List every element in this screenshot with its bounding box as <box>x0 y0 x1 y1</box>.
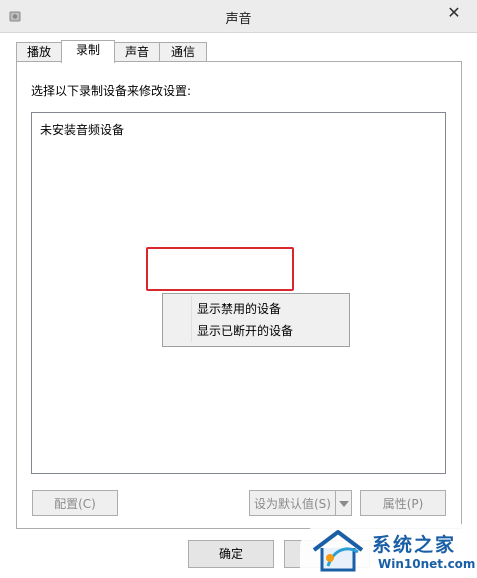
ok-button[interactable]: 确定 <box>188 540 274 568</box>
tab-recording[interactable]: 录制 <box>61 40 115 63</box>
house-logo-icon <box>312 530 364 572</box>
menu-item-show-disabled[interactable]: 显示禁用的设备 <box>197 300 281 317</box>
menu-item-show-disconnected[interactable]: 显示已断开的设备 <box>197 322 293 339</box>
menu-gutter <box>191 296 192 342</box>
title-bar: 声音 ✕ <box>0 0 477 33</box>
tab-playback[interactable]: 播放 <box>16 42 62 62</box>
context-menu: 显示禁用的设备 显示已断开的设备 <box>162 293 350 347</box>
watermark-url: Win10net.com <box>378 557 476 571</box>
device-list[interactable]: 未安装音频设备 显示禁用的设备 显示已断开的设备 <box>31 112 446 474</box>
highlight-box <box>146 247 294 291</box>
tab-communications[interactable]: 通信 <box>159 42 207 62</box>
configure-button[interactable]: 配置(C) <box>32 490 118 516</box>
window-title: 声音 <box>225 12 252 27</box>
set-default-button[interactable]: 设为默认值(S) <box>249 490 336 516</box>
tab-sounds[interactable]: 声音 <box>114 42 160 62</box>
recording-panel: 选择以下录制设备来修改设置: 未安装音频设备 显示禁用的设备 显示已断开的设备 <box>16 61 462 529</box>
watermark-name: 系统之家 <box>372 534 457 556</box>
properties-button[interactable]: 属性(P) <box>360 490 446 516</box>
chevron-down-icon[interactable] <box>335 490 352 516</box>
empty-device-message: 未安装音频设备 <box>40 123 125 137</box>
instruction-text: 选择以下录制设备来修改设置: <box>31 84 192 98</box>
watermark-logo: 系统之家 Win10net.com <box>300 524 477 578</box>
close-button[interactable]: ✕ <box>438 0 470 26</box>
